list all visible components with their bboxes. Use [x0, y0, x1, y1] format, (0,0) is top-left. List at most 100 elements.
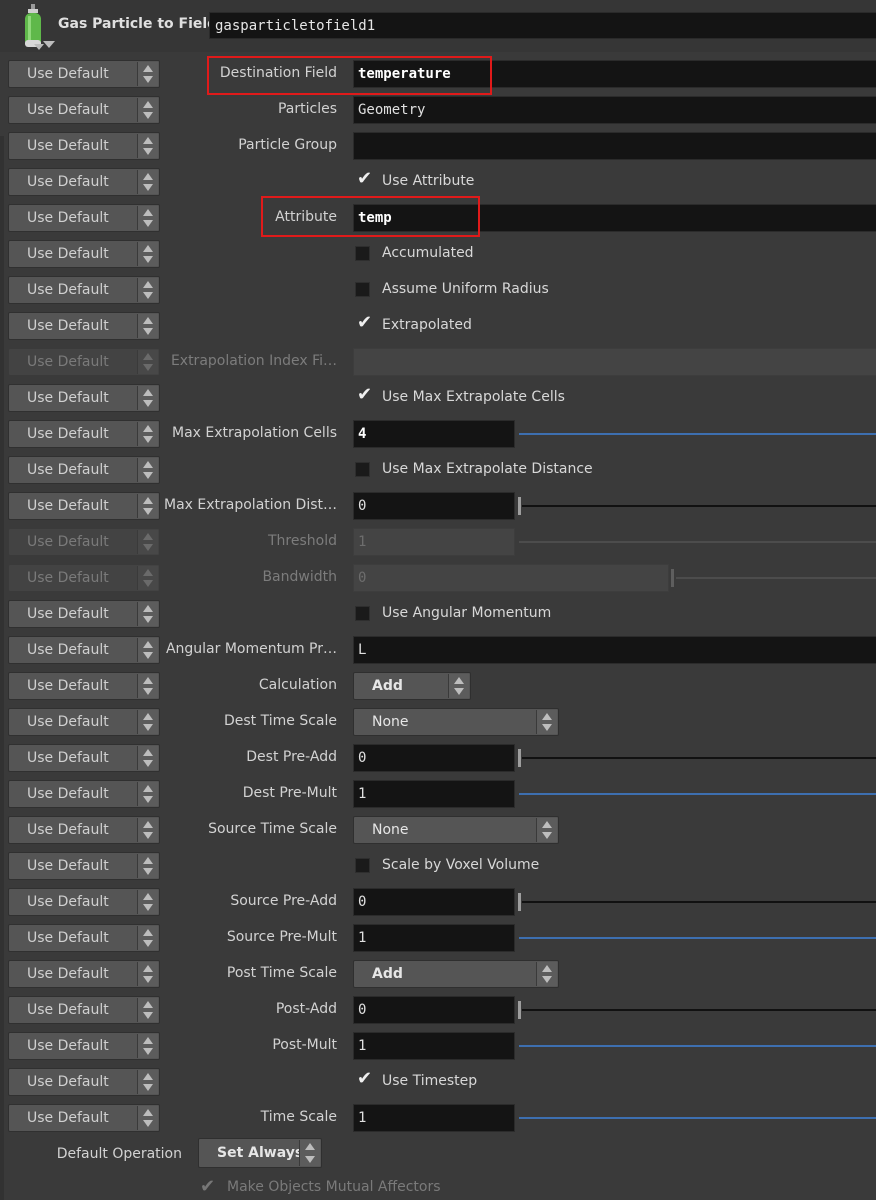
- spinner-arrows-icon: [137, 62, 158, 86]
- assume-uniform-radius-label: Assume Uniform Radius: [382, 281, 549, 297]
- use-default-menu[interactable]: Use Default: [8, 240, 160, 268]
- max-extrapolation-distance-slider[interactable]: [522, 505, 876, 507]
- use-default-menu[interactable]: Use Default: [8, 996, 160, 1024]
- post-time-scale-menu[interactable]: Add: [353, 960, 559, 988]
- bandwidth-slider: [676, 577, 876, 579]
- use-default-menu[interactable]: Use Default: [8, 492, 160, 520]
- dest-pre-add-input[interactable]: 0: [353, 744, 515, 772]
- use-default-menu[interactable]: Use Default: [8, 780, 160, 808]
- use-default-menu[interactable]: Use Default: [8, 888, 160, 916]
- dest-time-scale-value: None: [372, 714, 409, 730]
- calculation-label: Calculation: [258, 677, 337, 693]
- particle-group-input[interactable]: [353, 132, 876, 160]
- spinner-arrows-icon: [536, 710, 557, 734]
- use-default-menu[interactable]: Use Default: [8, 600, 160, 628]
- use-default-menu[interactable]: Use Default: [8, 1104, 160, 1132]
- source-pre-add-slider[interactable]: [522, 901, 876, 903]
- dest-pre-add-label: Dest Pre-Add: [246, 749, 337, 765]
- use-default-label: Use Default: [27, 894, 109, 910]
- source-time-scale-value: None: [372, 822, 409, 838]
- node-header: Gas Particle to Field gasparticletofield…: [0, 0, 876, 52]
- use-default-menu[interactable]: Use Default: [8, 60, 160, 88]
- use-default-menu[interactable]: Use Default: [8, 672, 160, 700]
- use-default-menu[interactable]: Use Default: [8, 1032, 160, 1060]
- max-extrapolation-cells-input[interactable]: 4: [353, 420, 515, 448]
- use-default-label: Use Default: [27, 174, 109, 190]
- scale-by-voxel-volume-checkbox[interactable]: [355, 858, 370, 873]
- max-extrapolation-cells-slider[interactable]: [519, 433, 876, 435]
- use-default-menu[interactable]: Use Default: [8, 456, 160, 484]
- post-mult-input[interactable]: 1: [353, 1032, 515, 1060]
- use-default-label: Use Default: [27, 570, 109, 586]
- source-time-scale-menu[interactable]: None: [353, 816, 559, 844]
- checkmark-icon[interactable]: ✔: [357, 168, 372, 189]
- checkmark-icon[interactable]: ✔: [357, 1068, 372, 1089]
- post-time-scale-label: Post Time Scale: [226, 965, 337, 981]
- node-name-field[interactable]: gasparticletofield1: [209, 12, 876, 39]
- max-extrapolation-distance-input[interactable]: 0: [353, 492, 515, 520]
- assume-uniform-radius-checkbox[interactable]: [355, 282, 370, 297]
- post-add-input[interactable]: 0: [353, 996, 515, 1024]
- dest-pre-mult-slider[interactable]: [519, 793, 876, 795]
- use-default-menu[interactable]: Use Default: [8, 744, 160, 772]
- use-default-menu[interactable]: Use Default: [8, 960, 160, 988]
- dest-pre-add-slider[interactable]: [522, 757, 876, 759]
- param-row-dest-pre-mult: Use Default Dest Pre-Mult 1: [0, 776, 876, 812]
- use-default-label: Use Default: [27, 642, 109, 658]
- use-default-menu[interactable]: Use Default: [8, 96, 160, 124]
- use-default-menu[interactable]: Use Default: [8, 420, 160, 448]
- default-operation-menu[interactable]: Set Always: [198, 1138, 322, 1168]
- use-default-menu[interactable]: Use Default: [8, 924, 160, 952]
- use-default-menu[interactable]: Use Default: [8, 708, 160, 736]
- source-pre-mult-slider[interactable]: [519, 937, 876, 939]
- calculation-menu[interactable]: Add: [353, 672, 471, 700]
- use-default-menu[interactable]: Use Default: [8, 312, 160, 340]
- source-pre-add-input[interactable]: 0: [353, 888, 515, 916]
- calculation-value: Add: [372, 678, 403, 694]
- checkmark-icon[interactable]: ✔: [357, 384, 372, 405]
- angular-momentum-prefix-input[interactable]: L: [353, 636, 876, 664]
- use-default-label: Use Default: [27, 102, 109, 118]
- slider-handle[interactable]: [518, 497, 521, 515]
- param-row-scale-by-voxel-volume: Use Default Scale by Voxel Volume: [0, 848, 876, 884]
- slider-handle[interactable]: [518, 893, 521, 911]
- time-scale-slider[interactable]: [519, 1117, 876, 1119]
- angular-momentum-prefix-label: Angular Momentum Pr…: [165, 641, 337, 657]
- checkmark-icon[interactable]: ✔: [357, 312, 372, 333]
- slider-handle[interactable]: [518, 749, 521, 767]
- bandwidth-label: Bandwidth: [262, 569, 337, 585]
- use-angular-momentum-checkbox[interactable]: [355, 606, 370, 621]
- slider-handle[interactable]: [518, 1001, 521, 1019]
- param-row-post-add: Use Default Post-Add 0: [0, 992, 876, 1028]
- spinner-arrows-icon: [137, 638, 158, 662]
- time-scale-label: Time Scale: [260, 1109, 337, 1125]
- use-default-label: Use Default: [27, 282, 109, 298]
- use-default-label: Use Default: [27, 354, 109, 370]
- accumulated-checkbox[interactable]: [355, 246, 370, 261]
- spinner-arrows-icon: [137, 134, 158, 158]
- post-mult-slider[interactable]: [519, 1045, 876, 1047]
- source-pre-mult-input[interactable]: 1: [353, 924, 515, 952]
- post-add-label: Post-Add: [275, 1001, 337, 1017]
- use-default-menu[interactable]: Use Default: [8, 636, 160, 664]
- use-default-menu[interactable]: Use Default: [8, 132, 160, 160]
- checkmark-icon[interactable]: ✔: [200, 1176, 215, 1197]
- use-default-menu[interactable]: Use Default: [8, 276, 160, 304]
- use-max-extrapolate-distance-checkbox[interactable]: [355, 462, 370, 477]
- use-default-menu[interactable]: Use Default: [8, 852, 160, 880]
- time-scale-input[interactable]: 1: [353, 1104, 515, 1132]
- particles-input[interactable]: Geometry: [353, 96, 876, 124]
- use-default-menu[interactable]: Use Default: [8, 384, 160, 412]
- use-default-label: Use Default: [27, 498, 109, 514]
- spinner-arrows-icon: [137, 206, 158, 230]
- use-default-menu[interactable]: Use Default: [8, 816, 160, 844]
- dropdown-arrow-icon[interactable]: [43, 41, 55, 48]
- dest-pre-mult-input[interactable]: 1: [353, 780, 515, 808]
- spinner-arrows-icon: [137, 242, 158, 266]
- use-default-menu[interactable]: Use Default: [8, 1068, 160, 1096]
- use-default-label: Use Default: [27, 66, 109, 82]
- use-default-menu[interactable]: Use Default: [8, 168, 160, 196]
- use-default-menu[interactable]: Use Default: [8, 204, 160, 232]
- post-add-slider[interactable]: [522, 1009, 876, 1011]
- dest-time-scale-menu[interactable]: None: [353, 708, 559, 736]
